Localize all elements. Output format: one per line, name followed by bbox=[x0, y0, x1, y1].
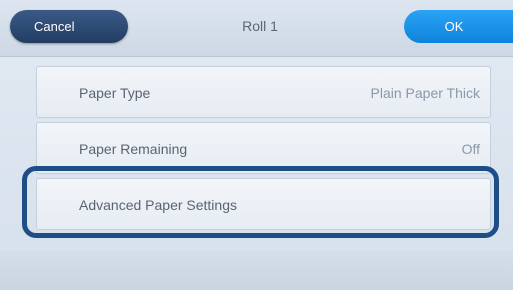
selection-highlight-frame bbox=[22, 166, 499, 238]
paper-type-label: Paper Type bbox=[79, 85, 151, 101]
header-bar: Cancel Roll 1 OK bbox=[0, 0, 513, 57]
screen-title: Roll 1 bbox=[242, 18, 278, 34]
cancel-button[interactable]: Cancel bbox=[10, 10, 128, 43]
paper-type-value: Plain Paper Thick bbox=[370, 85, 480, 101]
bottom-area bbox=[0, 250, 513, 290]
printer-settings-screen: Cancel Roll 1 OK Paper Type Plain Paper … bbox=[0, 0, 513, 290]
ok-button[interactable]: OK bbox=[404, 10, 513, 43]
paper-type-row[interactable]: Paper Type Plain Paper Thick bbox=[36, 66, 491, 118]
